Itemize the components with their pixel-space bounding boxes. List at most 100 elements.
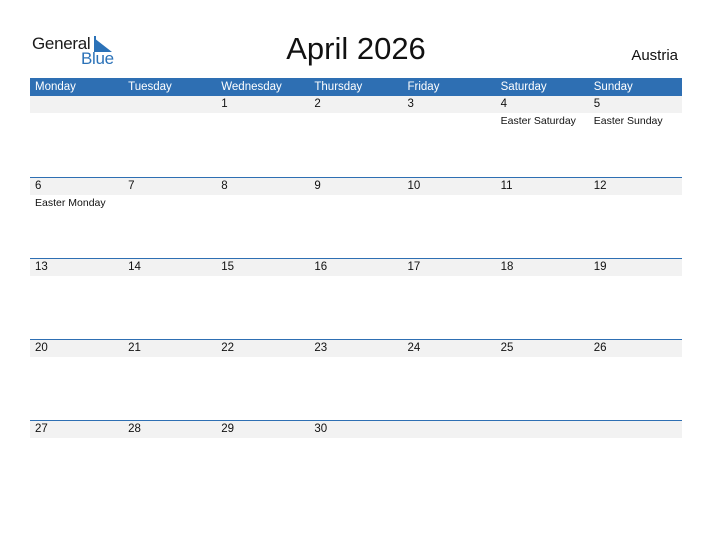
weekday-wednesday: Wednesday [221,81,282,93]
day-cell: 3 [403,96,496,113]
day-cell: 19 [589,259,682,276]
day-cell: 2 [309,96,402,113]
weekday-tuesday: Tuesday [128,81,172,93]
holiday-label [589,438,682,439]
holiday-label [496,195,589,210]
holiday-label [496,357,589,358]
day-cell [403,421,496,438]
holiday-label [309,438,402,439]
day-number: 28 [128,423,141,435]
holiday-label [216,276,309,277]
holiday-label: Easter Monday [35,197,106,209]
holiday-label [403,357,496,358]
holiday-label [30,438,123,439]
day-number: 3 [407,98,414,110]
holiday-label [30,357,123,358]
week-row: 6 7 8 9 10 11 12 Easter Monday [30,177,682,258]
holiday-label [123,357,216,358]
day-cell: 6 [30,178,123,195]
day-number: 11 [500,180,513,192]
day-number: 18 [500,261,514,273]
holiday-label [30,113,123,128]
day-cell: 29 [216,421,309,438]
holiday-label [309,357,402,358]
day-cell: 22 [216,340,309,357]
day-cell: 26 [589,340,682,357]
day-cell: 5 [589,96,682,113]
calendar-grid: Monday Tuesday Wednesday Thursday Friday… [30,78,682,501]
day-number: 4 [500,98,508,110]
weekday-friday: Friday [407,81,440,93]
day-cell: 30 [309,421,402,438]
day-number: 21 [128,342,141,354]
day-number: 20 [35,342,48,354]
day-number: 14 [128,261,141,273]
holiday-label [589,276,682,277]
date-strip: 20 21 22 23 24 25 26 [30,340,682,357]
day-number: 26 [593,342,607,354]
day-cell: 27 [30,421,123,438]
holiday-label [216,357,309,358]
day-number: 1 [221,98,228,110]
day-cell [30,96,123,113]
week-row: 27 28 29 30 [30,420,682,501]
day-number: 7 [128,180,135,192]
weekday-thursday: Thursday [314,81,363,93]
day-cell: 28 [123,421,216,438]
weekday-sunday: Sunday [593,81,633,93]
day-number: 12 [593,180,607,192]
week-row: 1 2 3 4 5 Easter Saturday Easter Sunday [30,96,682,177]
holiday-label [123,195,216,210]
day-cell [123,96,216,113]
holiday-label [403,195,496,210]
day-number: 27 [35,423,48,435]
day-number: 8 [221,180,228,192]
day-number: 15 [221,261,235,273]
weekday-monday: Monday [35,81,76,93]
holiday-label [589,357,682,358]
day-cell: 4 [496,96,589,113]
day-cell: 17 [403,259,496,276]
holiday-row [30,276,682,277]
holiday-label [403,113,496,128]
calendar-title: April 2026 [286,31,426,66]
holiday-label [123,438,216,439]
holiday-row: Easter Monday [30,195,682,210]
holiday-row [30,357,682,358]
holiday-label [309,276,402,277]
day-cell [496,421,589,438]
day-cell: 23 [309,340,402,357]
holiday-label [589,195,682,210]
holiday-label: Easter Sunday [593,115,663,127]
day-cell: 16 [309,259,402,276]
holiday-label: Easter Saturday [500,115,576,127]
holiday-label [403,438,496,439]
holiday-label [216,438,309,439]
day-cell: 9 [309,178,402,195]
day-number: 5 [593,98,601,110]
day-number: 30 [314,423,328,435]
holiday-label [123,113,216,128]
day-cell: 13 [30,259,123,276]
weekday-saturday: Saturday [500,81,547,93]
date-strip: 6 7 8 9 10 11 12 [30,178,682,195]
week-row: 20 21 22 23 24 25 26 [30,339,682,420]
date-strip: 1 2 3 4 5 [30,96,682,113]
holiday-label [309,195,402,210]
holiday-row [30,438,682,439]
day-number: 19 [593,261,607,273]
day-cell [589,421,682,438]
day-cell: 15 [216,259,309,276]
weekday-header: Monday Tuesday Wednesday Thursday Friday… [30,78,682,96]
day-number: 2 [314,98,321,110]
day-number: 25 [500,342,514,354]
week-row: 13 14 15 16 17 18 19 [30,258,682,339]
day-cell: 7 [123,178,216,195]
day-cell: 14 [123,259,216,276]
day-number: 22 [221,342,235,354]
day-cell: 24 [403,340,496,357]
day-number: 16 [314,261,328,273]
day-number: 29 [221,423,235,435]
day-number: 24 [407,342,421,354]
day-cell: 12 [589,178,682,195]
